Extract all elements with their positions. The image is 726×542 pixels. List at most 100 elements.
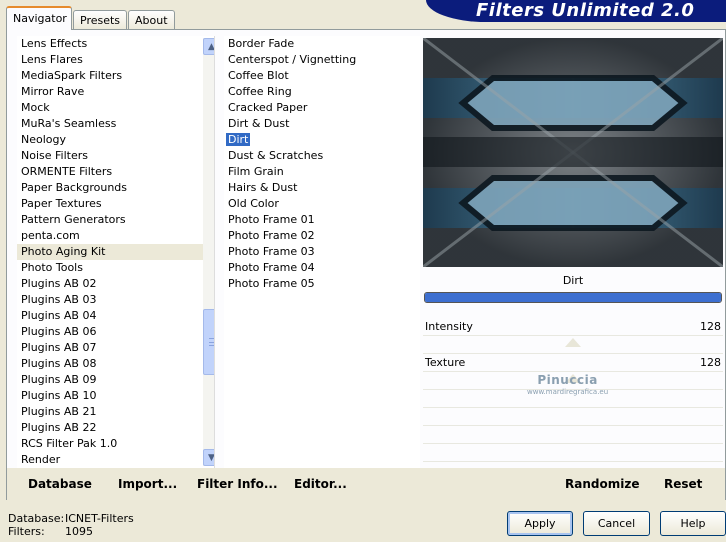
category-item-label: Pattern Generators (21, 213, 126, 226)
apply-button[interactable]: Apply (507, 511, 573, 536)
category-item-label: Lens Flares (21, 53, 83, 66)
param-intensity-label: Intensity (425, 320, 473, 333)
intensity-slider-thumb[interactable] (565, 338, 581, 347)
category-item[interactable]: Noise Filters (17, 148, 214, 164)
category-item[interactable]: Plugins AB 21 (17, 404, 214, 420)
database-value: ICNET-Filters (65, 512, 134, 525)
reset-button[interactable]: Reset (664, 477, 702, 491)
category-item[interactable]: Plugins AB 03 (17, 292, 214, 308)
param-intensity-row: Intensity 128 (423, 318, 723, 336)
category-item-label: Paper Textures (21, 197, 102, 210)
category-item[interactable]: Plugins AB 08 (17, 356, 214, 372)
database-button[interactable]: Database (28, 477, 92, 491)
import-button[interactable]: Import... (118, 477, 177, 491)
category-item[interactable]: Paper Backgrounds (17, 180, 214, 196)
category-item[interactable]: Lens Flares (17, 52, 214, 68)
filter-item-label: Dirt (226, 133, 251, 146)
category-item[interactable]: Plugins AB 04 (17, 308, 214, 324)
filter-item[interactable]: Photo Frame 02 (224, 228, 420, 244)
category-item[interactable]: Paper Textures (17, 196, 214, 212)
filter-item[interactable]: Photo Frame 04 (224, 260, 420, 276)
scroll-down-icon[interactable]: ▼ (203, 449, 214, 466)
parameter-sliders: Intensity 128 Texture 128 (423, 318, 723, 480)
preview-artwork (423, 38, 723, 267)
tab-presets[interactable]: Presets (73, 10, 127, 30)
intensity-slider[interactable] (423, 336, 723, 354)
filter-item-label: Centerspot / Vignetting (228, 53, 357, 66)
category-item[interactable]: Plugins AB 06 (17, 324, 214, 340)
filter-item-label: Old Color (228, 197, 279, 210)
category-item-label: penta.com (21, 229, 80, 242)
category-item[interactable]: MediaSpark Filters (17, 68, 214, 84)
filter-item[interactable]: Photo Frame 05 (224, 276, 420, 292)
category-item[interactable]: Plugins AB 07 (17, 340, 214, 356)
category-item-label: MediaSpark Filters (21, 69, 123, 82)
navigator-panel: Lens Effects Lens Flares MediaSpark Filter… (6, 29, 726, 500)
param-intensity-value: 128 (700, 320, 721, 333)
filter-item[interactable]: Old Color (224, 196, 420, 212)
filter-item[interactable]: Coffee Ring (224, 84, 420, 100)
category-item[interactable]: Photo Tools (17, 260, 214, 276)
filter-item[interactable]: Photo Frame 01 (224, 212, 420, 228)
category-item[interactable]: Plugins AB 09 (17, 372, 214, 388)
category-item[interactable]: ORMENTE Filters (17, 164, 214, 180)
category-item-label: Render (21, 453, 61, 466)
category-item-label: MuRa's Seamless (21, 117, 117, 130)
category-item[interactable]: Plugins AB 02 (17, 276, 214, 292)
category-item[interactable]: Lens Effects (17, 36, 214, 52)
param-texture-label: Texture (425, 356, 466, 369)
filter-item-label: Coffee Blot (228, 69, 289, 82)
tab-navigator[interactable]: Navigator (6, 6, 72, 30)
category-item-label: Mock (21, 101, 50, 114)
scroll-up-icon[interactable]: ▲ (203, 38, 214, 55)
filter-item[interactable]: Photo Frame 03 (224, 244, 420, 260)
filter-item[interactable]: Border Fade (224, 36, 420, 52)
filter-info-button[interactable]: Filter Info... (197, 477, 278, 491)
category-item-label: RCS Filter Pak 1.0 (21, 437, 118, 450)
filter-item[interactable]: Dust & Scratches (224, 148, 420, 164)
filter-list[interactable]: Border Fade Centerspot / Vignetting Coffee… (224, 36, 420, 468)
scroll-thumb[interactable] (203, 309, 214, 375)
category-item-label: Plugins AB 22 (21, 421, 97, 434)
filter-item-label: Photo Frame 02 (228, 229, 315, 242)
category-item[interactable]: Mirror Rave (17, 84, 214, 100)
category-list[interactable]: Lens Effects Lens Flares MediaSpark Filter… (17, 36, 215, 468)
category-item[interactable]: Plugins AB 10 (17, 388, 214, 404)
category-item[interactable]: Photo Aging Kit (17, 244, 214, 260)
category-scrollbar[interactable]: ▲ ▼ (203, 38, 214, 466)
cancel-button[interactable]: Cancel (583, 511, 650, 536)
filter-item[interactable]: Centerspot / Vignetting (224, 52, 420, 68)
category-items: Lens Effects Lens Flares MediaSpark Filter… (17, 36, 214, 468)
editor-button[interactable]: Editor... (294, 477, 347, 491)
category-item-label: Plugins AB 21 (21, 405, 97, 418)
preview-filter-name: Dirt (562, 274, 584, 287)
randomize-button[interactable]: Randomize (565, 477, 639, 491)
database-label: Database: (8, 512, 65, 525)
category-item[interactable]: penta.com (17, 228, 214, 244)
param-empty-row (423, 426, 723, 444)
category-item-label: Mirror Rave (21, 85, 85, 98)
filter-item[interactable]: Cracked Paper (224, 100, 420, 116)
filter-item[interactable]: Dirt & Dust (224, 116, 420, 132)
category-item[interactable]: RCS Filter Pak 1.0 (17, 436, 214, 452)
panel-toolbar: Database Import... Filter Info... Editor… (7, 468, 725, 500)
filter-item[interactable]: Film Grain (224, 164, 420, 180)
filter-item[interactable]: Hairs & Dust (224, 180, 420, 196)
filter-item-label: Photo Frame 01 (228, 213, 315, 226)
filter-item[interactable]: Dirt (224, 132, 420, 148)
category-item[interactable]: Plugins AB 22 (17, 420, 214, 436)
category-item[interactable]: Neology (17, 132, 214, 148)
category-item[interactable]: Render (17, 452, 214, 468)
filter-item-label: Photo Frame 05 (228, 277, 315, 290)
filter-item[interactable]: Coffee Blot (224, 68, 420, 84)
category-item[interactable]: Pattern Generators (17, 212, 214, 228)
preview-image (423, 38, 723, 267)
category-item-label: Plugins AB 03 (21, 293, 97, 306)
filter-item-label: Film Grain (228, 165, 284, 178)
category-item[interactable]: Mock (17, 100, 214, 116)
filter-item-label: Cracked Paper (228, 101, 308, 114)
help-button[interactable]: Help (660, 511, 726, 536)
tab-about[interactable]: About (128, 10, 175, 30)
category-item[interactable]: MuRa's Seamless (17, 116, 214, 132)
category-item-label: Photo Tools (21, 261, 83, 274)
